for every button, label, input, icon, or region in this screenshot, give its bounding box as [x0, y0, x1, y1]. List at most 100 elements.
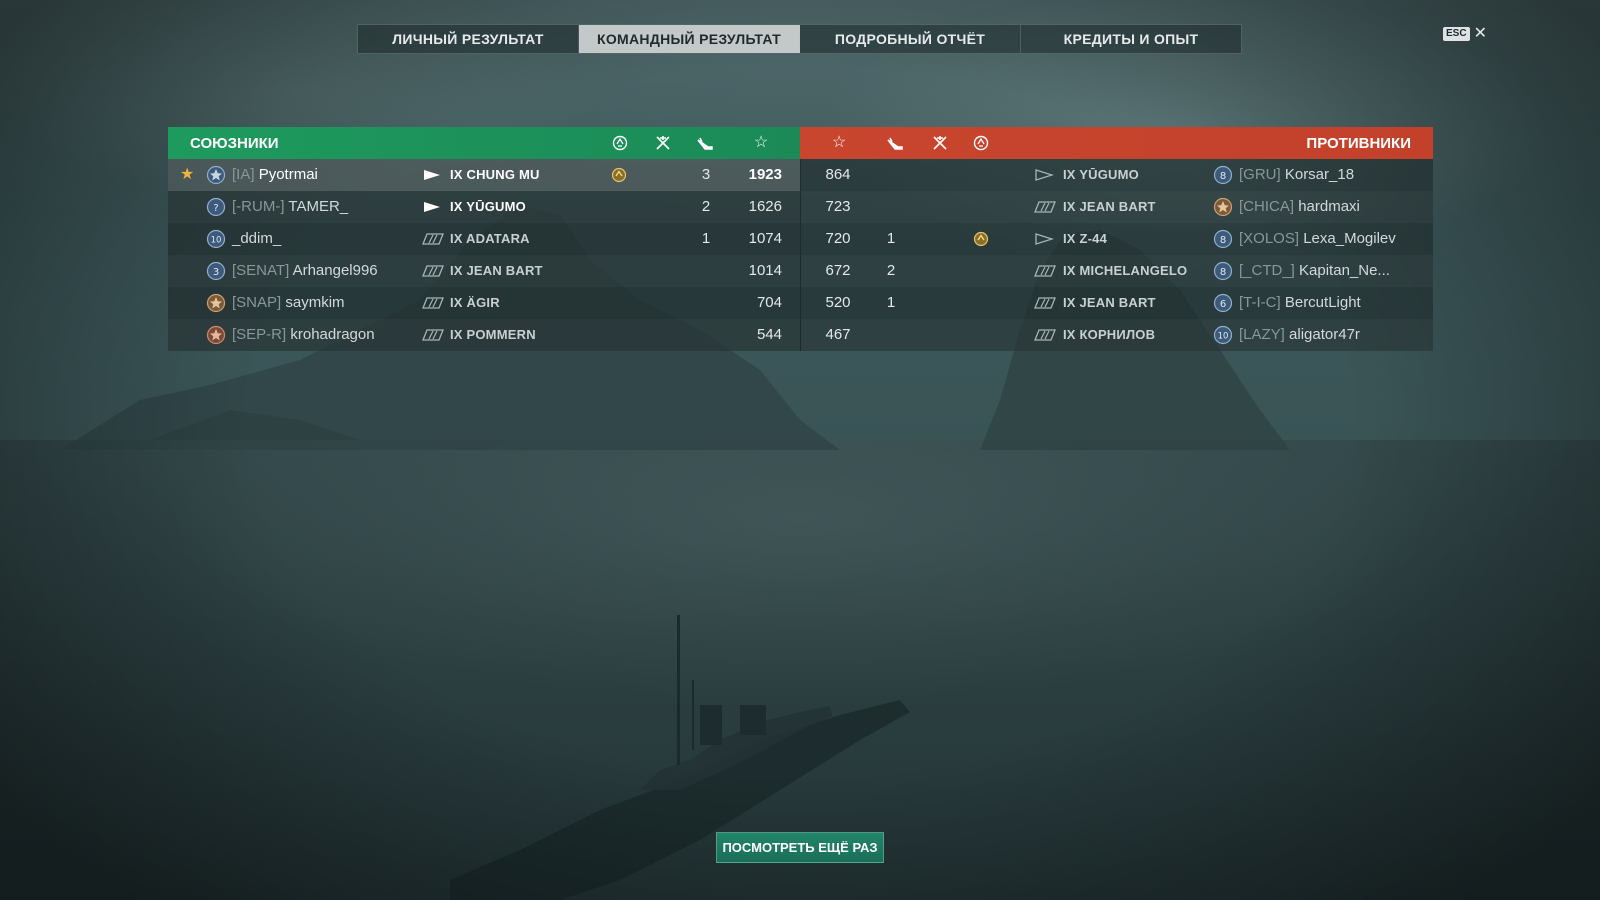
base-capture-badge-icon: [599, 159, 639, 191]
ship-name: IX JEAN BART: [1063, 199, 1156, 214]
base-capture-icon: [611, 134, 629, 152]
ships-destroyed-icon: [696, 134, 714, 152]
tab-detailed-report[interactable]: ПОДРОБНЫЙ ОТЧЁТ: [800, 25, 1021, 53]
svg-text:6: 6: [1220, 299, 1226, 310]
player-name: [XOLOS] Lexa_Mogilev: [1239, 230, 1396, 247]
base-capture-icon: [972, 134, 990, 152]
esc-close-button[interactable]: ESC ✕: [1443, 26, 1487, 42]
player-name: [GRU] Korsar_18: [1239, 166, 1355, 183]
best-player-star-icon: ★: [180, 166, 195, 183]
svg-text:10: 10: [1218, 332, 1229, 342]
battleship-flag-icon: [422, 265, 444, 277]
table-row[interactable]: 723 IX JEAN BART [CHICA] hardmaxi: [801, 191, 1433, 223]
ships-destroyed-count: 1: [701, 230, 711, 247]
rank-badge: ?: [206, 197, 226, 217]
esc-key-label: ESC: [1443, 27, 1470, 41]
close-icon[interactable]: ✕: [1474, 26, 1487, 42]
experience-star-icon: ☆: [753, 134, 769, 151]
table-row[interactable]: [SEP-R] krohadragon IX POMMERN 544: [168, 319, 800, 351]
battleship-flag-icon: [1034, 329, 1056, 341]
svg-text:3: 3: [213, 267, 219, 278]
svg-text:8: 8: [1220, 171, 1226, 182]
rank-badge: [206, 293, 226, 313]
destroyer-flag-icon: [1034, 233, 1056, 245]
ship-name: IX POMMERN: [450, 327, 536, 342]
ships-destroyed-count: 1: [886, 230, 896, 247]
experience-value: 520: [825, 294, 851, 311]
destroyer-flag-icon: [422, 169, 444, 181]
experience-value: 864: [825, 166, 851, 183]
battleship-flag-icon: [1034, 297, 1056, 309]
player-name: [_CTD_] Kapitan_Ne...: [1239, 262, 1390, 279]
battleship-flag-icon: [422, 233, 444, 245]
allies-list: ★ [IA] Pyotrmai IX CHUNG MU 3 1923 ? [-R…: [168, 159, 800, 351]
tab-personal-result[interactable]: ЛИЧНЫЙ РЕЗУЛЬТАТ: [358, 25, 579, 53]
experience-value: 672: [825, 262, 851, 279]
table-row[interactable]: 720 1 IX Z-44 8 [XOLOS] Lexa_Mogilev: [801, 223, 1433, 255]
ship-name: IX YŪGUMO: [450, 199, 526, 214]
experience-star-icon: ☆: [831, 134, 847, 151]
base-capture-badge-icon: [961, 223, 1001, 255]
table-row[interactable]: 864 IX YŪGUMO 8 [GRU] Korsar_18: [801, 159, 1433, 191]
table-row[interactable]: ? [-RUM-] TAMER_ IX YŪGUMO 2 1626: [168, 191, 800, 223]
experience-value: 704: [756, 294, 782, 311]
ships-destroyed-count: 3: [701, 166, 711, 183]
player-name: [SEP-R] krohadragon: [232, 326, 375, 343]
ships-destroyed-count: 2: [701, 198, 711, 215]
destroyer-flag-icon: [1034, 169, 1056, 181]
experience-value: 544: [756, 326, 782, 343]
rank-badge: 8: [1213, 229, 1233, 249]
tab-credits-xp[interactable]: КРЕДИТЫ И ОПЫТ: [1021, 25, 1241, 53]
player-name: [CHICA] hardmaxi: [1239, 198, 1360, 215]
watch-again-button[interactable]: ПОСМОТРЕТЬ ЕЩЁ РАЗ: [716, 832, 884, 863]
table-row[interactable]: 467 IX КОРНИЛОВ 10 [LAZY] aligator47r: [801, 319, 1433, 351]
table-row[interactable]: 3 [SENAT] Arhangel996 IX JEAN BART 1014: [168, 255, 800, 287]
enemies-header: ☆ ПРОТИВНИКИ: [800, 127, 1433, 159]
rank-badge: [1213, 197, 1233, 217]
enemies-list: 864 IX YŪGUMO 8 [GRU] Korsar_18 723 IX J…: [800, 159, 1433, 351]
experience-value: 723: [825, 198, 851, 215]
svg-text:?: ?: [213, 203, 218, 214]
ship-name: IX ÄGIR: [450, 295, 500, 310]
table-row[interactable]: 520 1 IX JEAN BART 6 [T-I-C] BercutLight: [801, 287, 1433, 319]
player-name: [SENAT] Arhangel996: [232, 262, 378, 279]
ships-destroyed-count: 1: [886, 294, 896, 311]
enemies-title: ПРОТИВНИКИ: [1306, 135, 1411, 152]
rank-badge: 6: [1213, 293, 1233, 313]
rank-badge: 8: [1213, 165, 1233, 185]
rank-badge: [206, 325, 226, 345]
experience-value: 1014: [748, 262, 782, 279]
experience-value: 720: [825, 230, 851, 247]
svg-text:10: 10: [211, 236, 222, 246]
team-results-panel: СОЮЗНИКИ ☆ ☆ ПРОТИВНИКИ ★ [IA] Pyotrmai …: [168, 127, 1433, 351]
ships-destroyed-count: 2: [886, 262, 896, 279]
table-row[interactable]: ★ [IA] Pyotrmai IX CHUNG MU 3 1923: [168, 159, 800, 191]
rank-badge: 8: [1213, 261, 1233, 281]
rank-badge: [206, 165, 226, 185]
experience-value: 1074: [748, 230, 782, 247]
ship-name: IX ADATARA: [450, 231, 530, 246]
player-name: [LAZY] aligator47r: [1239, 326, 1360, 343]
rank-badge: 10: [206, 229, 226, 249]
ship-name: IX JEAN BART: [1063, 295, 1156, 310]
ship-name: IX CHUNG MU: [450, 167, 540, 182]
battleship-flag-icon: [1034, 265, 1056, 277]
table-row[interactable]: 10 _ddim_ IX ADATARA 1 1074: [168, 223, 800, 255]
experience-value: 467: [825, 326, 851, 343]
table-row[interactable]: 672 2 IX MICHELANGELO 8 [_CTD_] Kapitan_…: [801, 255, 1433, 287]
ship-name: IX MICHELANGELO: [1063, 263, 1188, 278]
experience-value: 1626: [748, 198, 782, 215]
table-row[interactable]: [SNAP] saymkim IX ÄGIR 704: [168, 287, 800, 319]
player-name: [T-I-C] BercutLight: [1239, 294, 1361, 311]
tab-team-result[interactable]: КОМАНДНЫЙ РЕЗУЛЬТАТ: [579, 25, 800, 53]
ship-name: IX КОРНИЛОВ: [1063, 327, 1156, 342]
player-name: [SNAP] saymkim: [232, 294, 345, 311]
battleship-flag-icon: [422, 329, 444, 341]
planes-destroyed-icon: [654, 134, 672, 152]
player-name: [IA] Pyotrmai: [232, 166, 318, 183]
svg-text:8: 8: [1220, 267, 1226, 278]
player-name: [-RUM-] TAMER_: [232, 198, 349, 215]
result-tabs: ЛИЧНЫЙ РЕЗУЛЬТАТ КОМАНДНЫЙ РЕЗУЛЬТАТ ПОД…: [357, 24, 1242, 54]
ship-name: IX YŪGUMO: [1063, 167, 1139, 182]
rank-badge: 10: [1213, 325, 1233, 345]
